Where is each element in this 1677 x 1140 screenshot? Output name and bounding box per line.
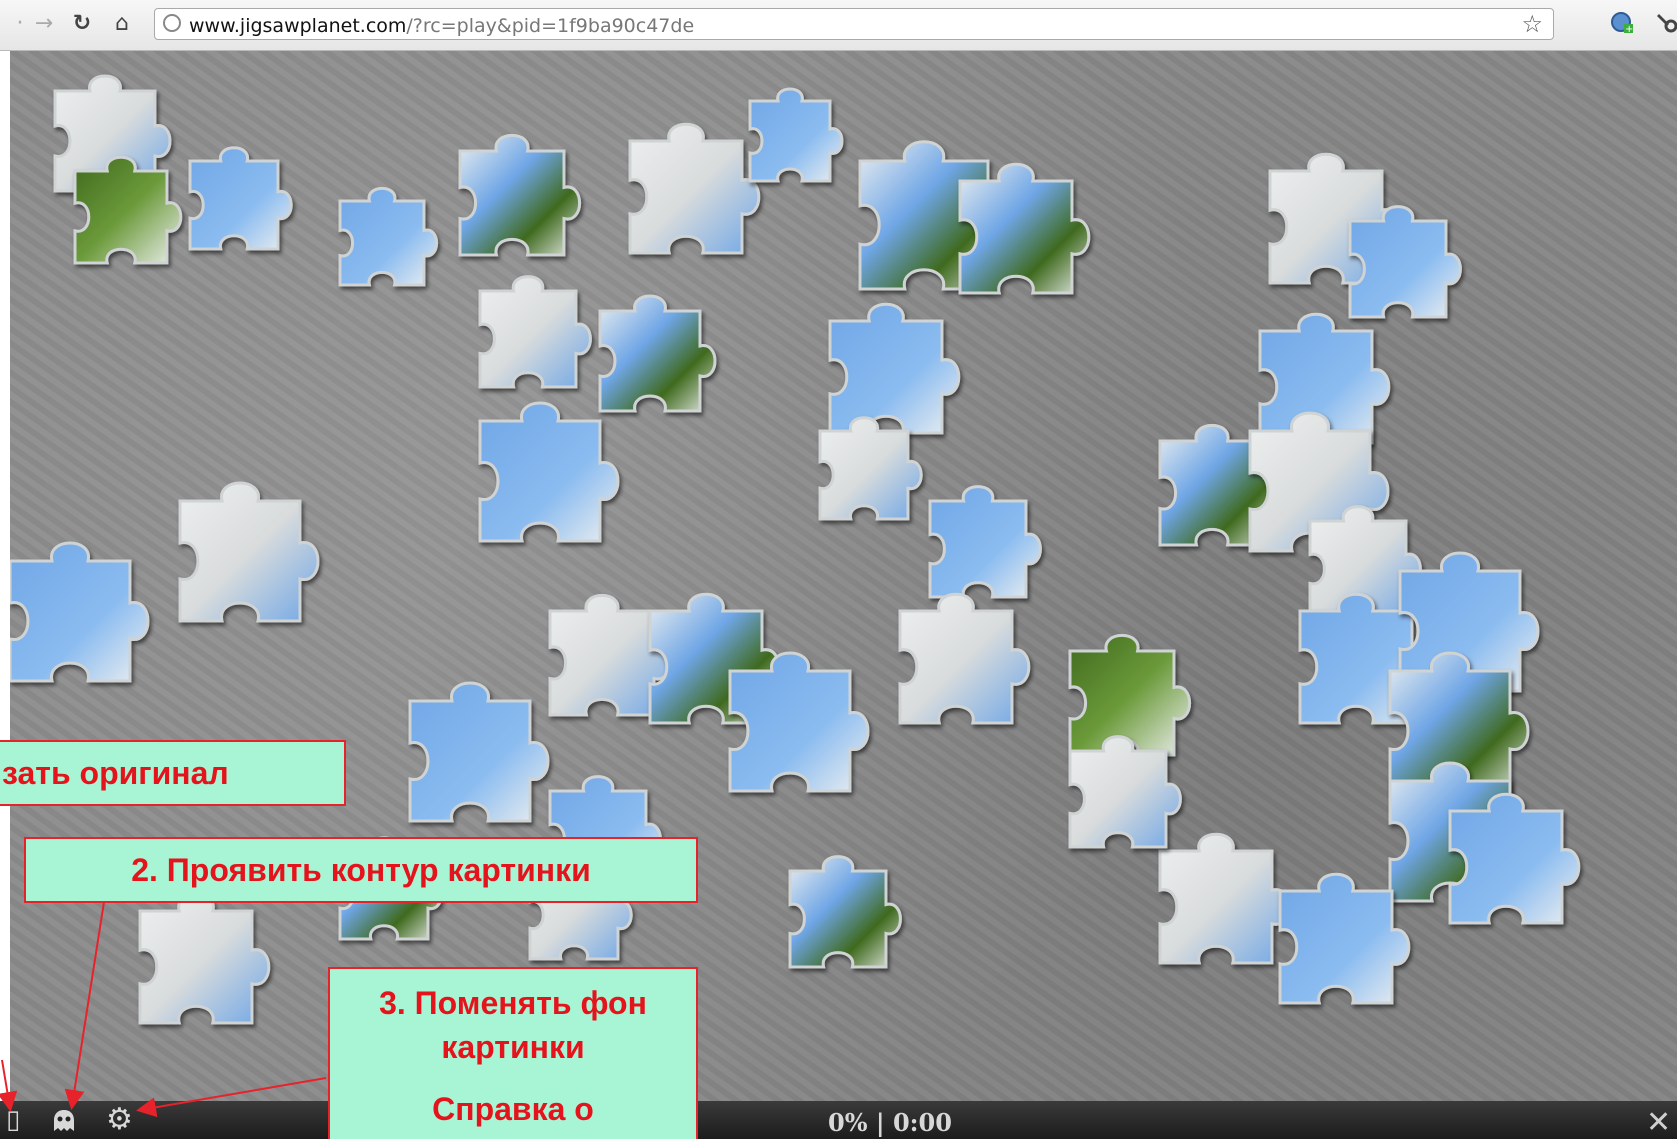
globe-icon — [163, 14, 181, 32]
game-control-bar: ▯ ⚙ 0% | 0:00 ✕ — [0, 1101, 1677, 1140]
forward-arrow-icon[interactable]: → — [30, 10, 58, 38]
callout-change-bg-line1: 3. Поменять фон — [379, 985, 647, 1021]
puzzle-piece[interactable] — [138, 892, 271, 1025]
callout-show-original: зать оригинал — [0, 740, 346, 806]
puzzle-piece[interactable] — [628, 122, 761, 255]
puzzle-piece[interactable] — [788, 855, 902, 969]
puzzle-piece[interactable] — [178, 481, 320, 623]
puzzle-piece[interactable] — [928, 485, 1042, 599]
puzzle-piece[interactable] — [408, 681, 550, 823]
puzzle-piece[interactable] — [1278, 872, 1411, 1005]
puzzle-piece[interactable] — [1068, 735, 1182, 849]
star-icon[interactable]: ☆ — [1521, 10, 1543, 38]
puzzle-piece[interactable] — [828, 302, 961, 435]
home-icon[interactable]: ⌂ — [108, 10, 136, 38]
puzzle-piece[interactable] — [598, 294, 717, 413]
puzzle-piece[interactable] — [10, 541, 150, 683]
ghost-outline-icon[interactable] — [50, 1107, 78, 1140]
puzzle-piece[interactable] — [818, 416, 923, 521]
puzzle-piece[interactable] — [1158, 832, 1291, 965]
puzzle-piece[interactable] — [1448, 792, 1581, 925]
left-margin — [0, 51, 10, 1139]
browser-toolbar: · → ↻ ⌂ www.jigsawplanet.com/?rc=play&pi… — [0, 0, 1677, 51]
callout-change-background: 3. Поменять фон картинки Справка о — [328, 967, 698, 1139]
reload-icon[interactable]: ↻ — [68, 10, 96, 38]
puzzle-piece[interactable] — [1348, 205, 1462, 319]
puzzle-piece[interactable] — [338, 187, 438, 287]
callout-show-outline-text: 2. Проявить контур картинки — [131, 852, 591, 888]
gear-icon[interactable]: ⚙ — [106, 1105, 133, 1135]
close-icon[interactable]: ✕ — [1646, 1105, 1671, 1140]
callout-show-original-text: зать оригинал — [2, 755, 229, 791]
puzzle-board[interactable] — [10, 51, 1677, 1101]
puzzle-piece[interactable] — [73, 155, 183, 265]
extension-icon[interactable]: + — [1609, 10, 1635, 36]
callout-show-outline: 2. Проявить контур картинки — [24, 837, 698, 903]
puzzle-piece[interactable] — [1068, 633, 1192, 757]
svg-text:+: + — [1625, 24, 1633, 35]
puzzle-piece[interactable] — [188, 146, 293, 251]
puzzle-piece[interactable] — [748, 87, 844, 183]
progress-timer: 0% | 0:00 — [828, 1108, 952, 1137]
callout-help-text: Справка о — [432, 1091, 594, 1127]
callout-change-bg-line2: картинки — [441, 1029, 585, 1065]
puzzle-piece[interactable] — [478, 275, 592, 389]
puzzle-piece[interactable] — [958, 162, 1091, 295]
show-original-icon[interactable]: ▯ — [6, 1107, 20, 1133]
puzzle-piece[interactable] — [898, 592, 1031, 725]
puzzle-piece[interactable] — [458, 133, 582, 257]
url-text: www.jigsawplanet.com/?rc=play&pid=1f9ba9… — [189, 15, 695, 37]
puzzle-piece[interactable] — [478, 401, 620, 543]
wrench-icon[interactable] — [1655, 10, 1677, 36]
puzzle-piece[interactable] — [728, 651, 870, 793]
address-bar[interactable]: www.jigsawplanet.com/?rc=play&pid=1f9ba9… — [154, 8, 1554, 40]
puzzle-pieces[interactable] — [10, 51, 1677, 1101]
